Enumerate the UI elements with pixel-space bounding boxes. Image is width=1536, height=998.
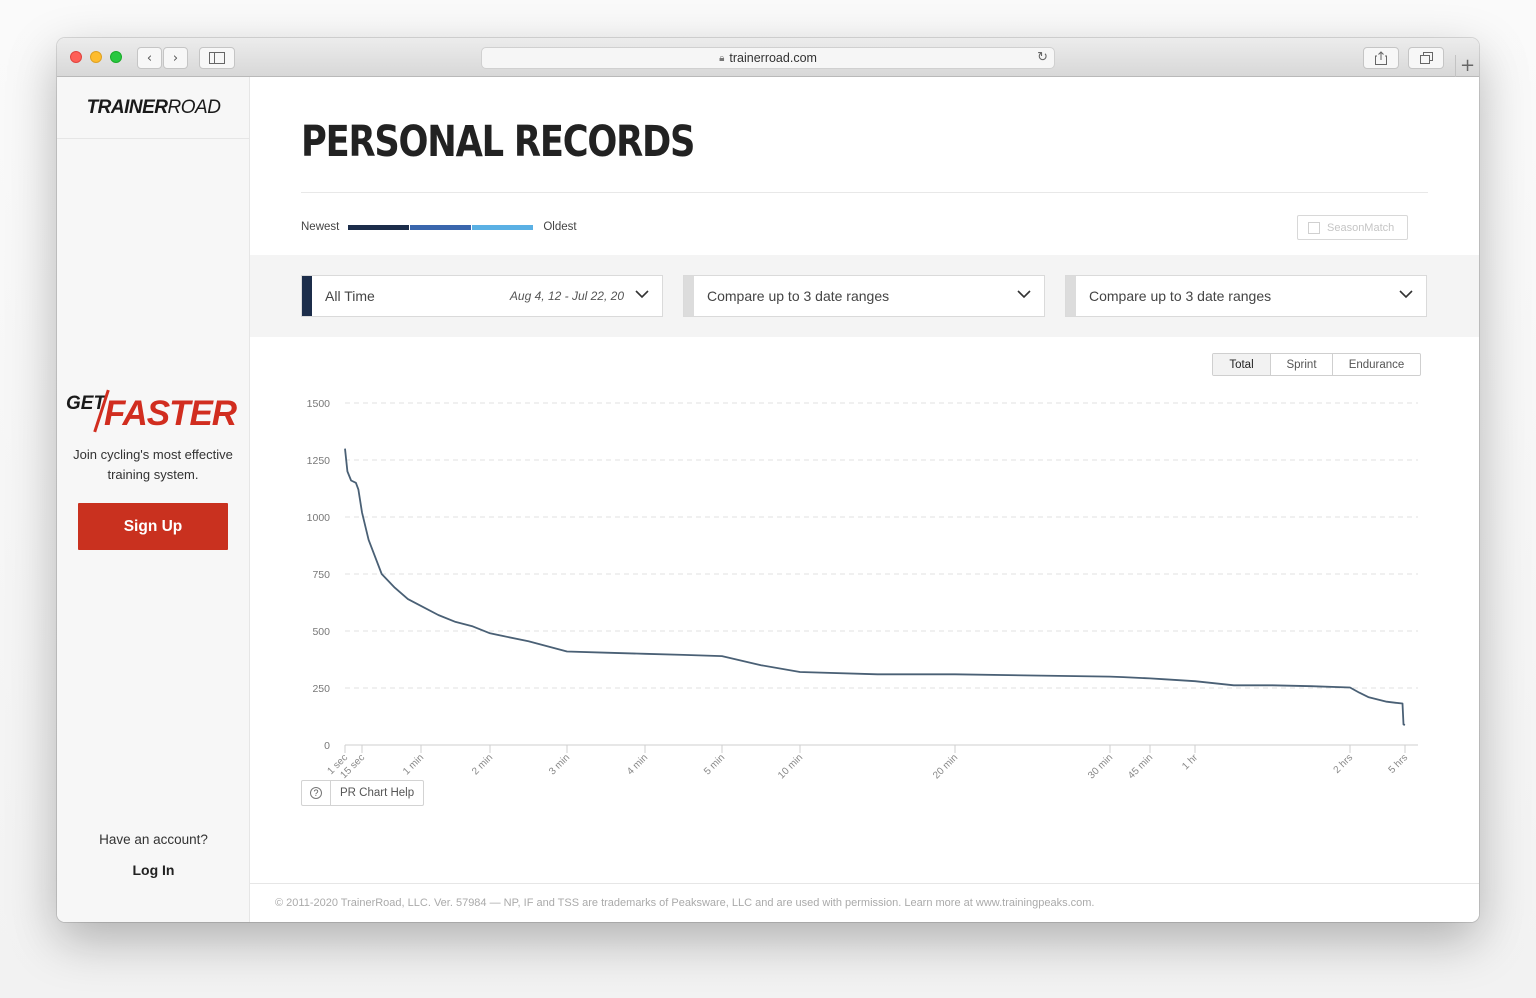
power-curve-line <box>344 448 1406 726</box>
x-tick-label: 45 min <box>1126 752 1155 781</box>
chart-series <box>344 448 1406 726</box>
question-icon: ? <box>310 787 322 799</box>
y-tick-label: 1250 <box>307 455 331 467</box>
log-in-link[interactable]: Log In <box>57 862 250 878</box>
page-title: PERSONAL RECORDS <box>301 117 695 167</box>
sidebar: TRAINER ROAD GET FASTER Join cycling's mo… <box>57 77 250 922</box>
title-divider <box>301 192 1428 193</box>
promo-faster: FASTER <box>104 394 237 433</box>
reload-icon[interactable]: ↻ <box>1037 50 1048 65</box>
close-window-button[interactable] <box>70 51 82 63</box>
pr-chart-help-button[interactable]: ? PR Chart Help <box>301 780 424 806</box>
x-tick-label: 1 hr <box>1180 752 1200 772</box>
address-text: trainerroad.com <box>729 51 817 65</box>
have-account-text: Have an account? <box>99 832 208 847</box>
x-tick-label: 4 min <box>625 752 650 777</box>
address-bar[interactable]: 🔒︎ trainerroad.com ↻ <box>481 47 1055 69</box>
help-label: PR Chart Help <box>340 787 415 799</box>
share-icon <box>1375 51 1387 65</box>
promo-tagline: Join cycling's most effective training s… <box>73 447 233 482</box>
footer-text: © 2011-2020 TrainerRoad, LLC. Ver. 57984… <box>275 897 1095 909</box>
share-button[interactable] <box>1363 47 1399 69</box>
dropdown-accent <box>302 276 312 316</box>
date-filter-bar: All Time Aug 4, 12 - Jul 22, 20 Compare … <box>250 255 1479 337</box>
legend-newest: Newest <box>301 221 340 233</box>
chevron-down-icon <box>1017 290 1031 299</box>
forward-button[interactable]: › <box>163 47 188 69</box>
x-tick-label: 5 min <box>702 752 727 777</box>
date-legend: Newest Oldest <box>301 219 577 235</box>
x-tick-label: 2 hrs <box>1332 752 1356 776</box>
y-tick-label: 1500 <box>307 398 331 410</box>
seasonmatch-checkbox[interactable]: SeasonMatch <box>1297 215 1408 240</box>
y-tick-label: 250 <box>312 683 330 695</box>
chart-axes: 02505007501000125015001 sec15 sec 1 min 2 … <box>307 398 1418 781</box>
browser-window: ‹ › 🔒︎ trainerroad.com ↻ + TRAINERROAD <box>57 38 1479 922</box>
chart-grid <box>345 402 1418 689</box>
logo-text-light: ROAD <box>167 96 221 118</box>
x-tick-label: 1 min <box>401 752 426 777</box>
date-range-dropdown-1[interactable]: All Time Aug 4, 12 - Jul 22, 20 <box>301 275 663 317</box>
x-tick-label: 3 min <box>547 752 572 777</box>
x-tick-label: 20 min <box>931 752 960 781</box>
legend-oldest: Oldest <box>543 221 577 233</box>
minimize-window-button[interactable] <box>90 51 102 63</box>
tabs-overview-button[interactable] <box>1408 47 1444 69</box>
seasonmatch-label: SeasonMatch <box>1327 221 1395 234</box>
new-tab-icon[interactable]: + <box>1455 55 1479 77</box>
x-tick-label: 2 min <box>470 752 495 777</box>
lock-icon: 🔒︎ <box>719 52 725 64</box>
dropdown-label: Compare up to 3 date ranges <box>707 288 890 304</box>
dropdown-label: Compare up to 3 date ranges <box>1089 288 1272 304</box>
y-tick-label: 750 <box>312 569 330 581</box>
checkbox-icon <box>1308 221 1320 234</box>
help-icon-box: ? <box>302 781 331 805</box>
tabs-icon <box>1419 52 1433 64</box>
sidebar-icon <box>209 52 225 64</box>
x-tick-label: 30 min <box>1086 752 1115 781</box>
power-curve-chart[interactable]: 02505007501000125015001 sec15 sec 1 min 2 … <box>250 342 1479 792</box>
y-tick-label: 500 <box>312 626 330 638</box>
sidebar-toggle-button[interactable] <box>199 47 235 69</box>
main-content: PERSONAL RECORDS Newest Oldest SeasonMat… <box>250 77 1479 922</box>
dropdown-accent <box>684 276 694 316</box>
chevron-right-icon: › <box>172 50 179 66</box>
dropdown-label: All Time <box>325 288 375 304</box>
back-button[interactable]: ‹ <box>137 47 162 69</box>
sign-up-button[interactable]: Sign Up <box>78 503 228 550</box>
legend-color-bars <box>348 224 534 230</box>
desktop-background: ‹ › 🔒︎ trainerroad.com ↻ + TRAINERROAD <box>0 0 1536 998</box>
chevron-left-icon: ‹ <box>146 50 153 66</box>
legend-bar-newest <box>348 224 410 230</box>
date-range-dropdown-2[interactable]: Compare up to 3 date ranges <box>683 275 1045 317</box>
x-tick-label: 5 hrs <box>1387 752 1411 776</box>
y-tick-label: 0 <box>324 740 330 752</box>
legend-bar-middle <box>410 224 472 230</box>
dropdown-accent <box>1066 276 1076 316</box>
dropdown-date-range: Aug 4, 12 - Jul 22, 20 <box>509 289 624 303</box>
date-range-dropdown-3[interactable]: Compare up to 3 date ranges <box>1065 275 1427 317</box>
chevron-down-icon <box>1399 290 1413 299</box>
legend-bar-oldest <box>472 224 534 230</box>
trainerroad-logo[interactable]: TRAINER ROAD <box>57 77 250 139</box>
x-tick-label: 10 min <box>776 752 805 781</box>
y-tick-label: 1000 <box>307 512 331 524</box>
chevron-down-icon <box>635 290 649 299</box>
footer: © 2011-2020 TrainerRoad, LLC. Ver. 57984… <box>250 883 1479 922</box>
logo-text-bold: TRAINER <box>86 96 168 118</box>
browser-toolbar: ‹ › 🔒︎ trainerroad.com ↻ + <box>57 38 1479 77</box>
zoom-window-button[interactable] <box>110 51 122 63</box>
